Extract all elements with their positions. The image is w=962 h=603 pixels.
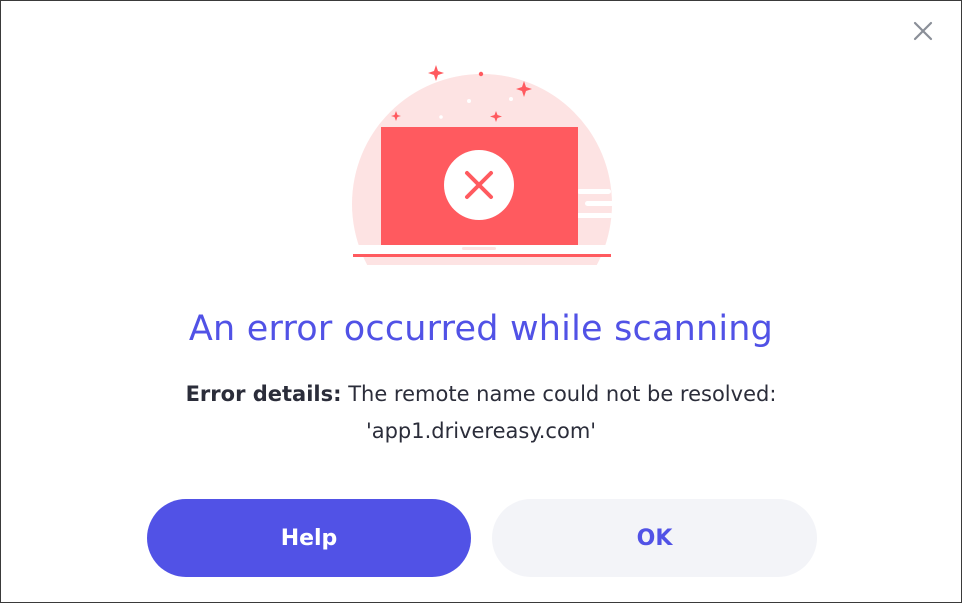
error-details-line: Error details: The remote name could not…: [1, 376, 961, 413]
help-button[interactable]: Help: [147, 499, 471, 577]
error-details-host: 'app1.drivereasy.com': [365, 419, 597, 443]
error-dialog: An error occurred while scanning Error d…: [0, 0, 962, 603]
ok-button[interactable]: OK: [492, 499, 817, 577]
error-details-label: Error details:: [185, 382, 342, 406]
close-button[interactable]: [910, 18, 936, 44]
laptop-error-icon: [341, 65, 623, 281]
illustration-stripe: [585, 201, 615, 206]
error-details: Error details: The remote name could not…: [1, 376, 961, 450]
illustration-mask: [341, 265, 623, 281]
illustration-stripe: [577, 189, 611, 194]
close-icon: [913, 21, 933, 41]
error-details-text: The remote name could not be resolved:: [348, 382, 777, 406]
illustration-stripe: [573, 213, 613, 218]
laptop-base-notch: [462, 247, 496, 250]
dialog-title: An error occurred while scanning: [188, 309, 774, 349]
laptop-base-line: [353, 254, 611, 257]
